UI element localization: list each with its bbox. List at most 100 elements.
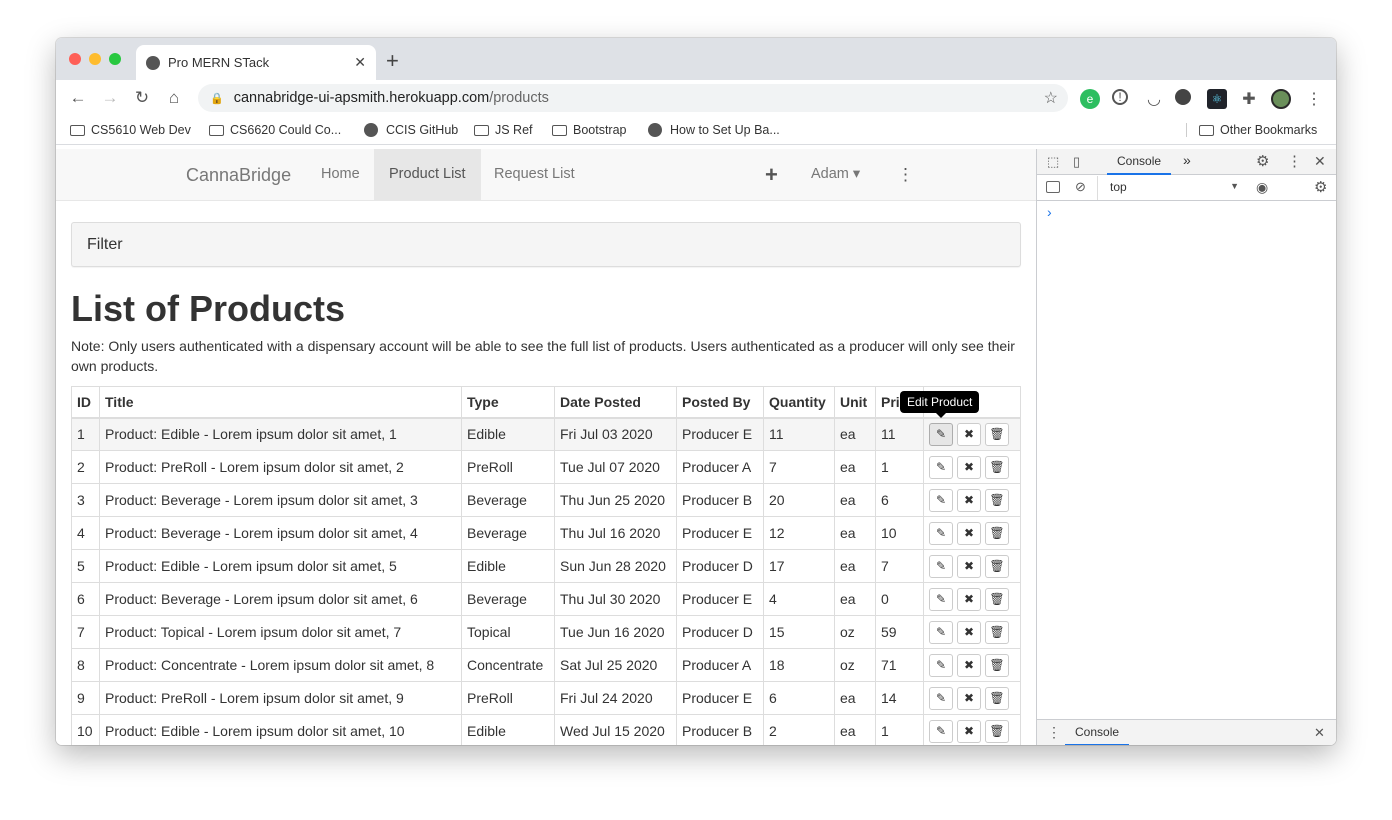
console-settings-icon[interactable]: ⚙ — [1314, 178, 1327, 196]
edit-icon[interactable]: ✎ — [929, 719, 953, 743]
new-tab-button[interactable]: + — [386, 50, 399, 72]
table-cell: Producer A — [676, 648, 764, 682]
edit-icon[interactable]: ✎ — [929, 620, 953, 644]
url-path: /products — [489, 90, 549, 106]
eye-icon[interactable]: ◉ — [1256, 179, 1268, 196]
table-row: 3 Product: Beverage - Lorem ipsum dolor s… — [71, 483, 1021, 517]
drawer-menu-icon[interactable]: ⋮ — [1047, 724, 1061, 741]
trash-icon[interactable]: 🗑 — [985, 587, 1009, 611]
products-table: ID Title Type Date Posted Posted By Quan… — [71, 386, 1021, 745]
react-devtools-icon[interactable]: ⚛ — [1207, 89, 1227, 109]
edit-icon[interactable]: ✎ — [929, 587, 953, 611]
close-icon[interactable]: ✖ — [957, 554, 981, 578]
edit-icon[interactable]: ✎ — [929, 554, 953, 578]
extension-bubbles-icon[interactable] — [1175, 89, 1191, 105]
bookmark-star-icon[interactable]: ☆ — [1044, 88, 1058, 108]
clear-console-icon[interactable]: ⊘ — [1075, 179, 1086, 195]
drawer-tab-console[interactable]: Console — [1065, 720, 1130, 745]
more-tabs-icon[interactable]: » — [1183, 152, 1191, 168]
trash-icon[interactable]: 🗑 — [985, 455, 1009, 479]
close-icon[interactable]: ✖ — [957, 587, 981, 611]
close-window-button[interactable] — [69, 53, 81, 65]
lock-icon: 🔒 — [210, 92, 224, 105]
close-icon[interactable]: ✖ — [957, 653, 981, 677]
table-cell: Producer B — [676, 714, 764, 745]
close-icon[interactable]: ✖ — [957, 422, 981, 446]
edit-icon[interactable]: ✎ — [929, 422, 953, 446]
tab-close-icon[interactable]: ✕ — [354, 54, 366, 71]
table-cell: 12 — [763, 516, 835, 550]
inspect-element-icon[interactable]: ⬚ — [1047, 154, 1059, 170]
onepassword-icon[interactable]: ! — [1112, 89, 1128, 105]
back-icon[interactable]: ← — [62, 88, 94, 108]
row-actions: ✎ ✖ 🗑 — [923, 681, 1021, 715]
home-icon[interactable]: ⌂ — [158, 88, 190, 108]
console-prompt[interactable]: › — [1047, 204, 1052, 220]
other-bookmarks[interactable]: Other Bookmarks — [1186, 123, 1317, 137]
bookmark-js-ref[interactable]: JS Ref — [474, 123, 533, 137]
close-drawer-icon[interactable]: ✕ — [1314, 725, 1325, 741]
table-cell: Tue Jul 07 2020 — [554, 450, 677, 484]
trash-icon[interactable]: 🗑 — [985, 686, 1009, 710]
address-bar[interactable]: 🔒 cannabridge-ui-apsmith.herokuapp.com/p… — [198, 84, 1068, 112]
bookmark-how-to-set-up[interactable]: How to Set Up Ba... — [648, 123, 780, 137]
table-cell: ea — [834, 681, 876, 715]
globe-icon — [648, 123, 662, 137]
edit-icon[interactable]: ✎ — [929, 653, 953, 677]
devtools-menu-icon[interactable]: ⋮ — [1287, 152, 1302, 170]
close-icon[interactable]: ✖ — [957, 719, 981, 743]
nav-home[interactable]: Home — [306, 149, 375, 200]
edit-icon[interactable]: ✎ — [929, 488, 953, 512]
brand[interactable]: CannaBridge — [186, 165, 291, 186]
reload-icon[interactable]: ↻ — [126, 88, 158, 108]
close-icon[interactable]: ✖ — [957, 521, 981, 545]
more-menu-icon[interactable]: ⋮ — [882, 149, 929, 200]
minimize-window-button[interactable] — [89, 53, 101, 65]
device-toolbar-icon[interactable]: ▯ — [1073, 154, 1080, 170]
trash-icon[interactable]: 🗑 — [985, 488, 1009, 512]
close-icon[interactable]: ✖ — [957, 620, 981, 644]
tab-title: Pro MERN STack — [168, 55, 270, 70]
trash-icon[interactable]: 🗑 — [985, 422, 1009, 446]
table-cell: Producer E — [676, 516, 764, 550]
user-menu[interactable]: Adam ▾ — [796, 149, 875, 200]
bookmark-bootstrap[interactable]: Bootstrap — [552, 123, 627, 137]
nav-request-list[interactable]: Request List — [479, 149, 590, 200]
tab-console[interactable]: Console — [1107, 149, 1172, 175]
filter-panel[interactable]: Filter — [71, 222, 1021, 267]
settings-icon[interactable]: ⚙ — [1256, 152, 1269, 170]
avatar[interactable] — [1271, 89, 1291, 109]
puzzle-icon[interactable]: ✚ — [1239, 89, 1259, 109]
trash-icon[interactable]: 🗑 — [985, 653, 1009, 677]
edit-icon[interactable]: ✎ — [929, 455, 953, 479]
trash-icon[interactable]: 🗑 — [985, 521, 1009, 545]
pocket-icon[interactable]: ◡ — [1144, 89, 1164, 109]
console-drawer: ⋮ Console ✕ — [1037, 719, 1336, 745]
bookmark-cs6620[interactable]: CS6620 Could Co... — [209, 123, 341, 137]
close-devtools-icon[interactable]: ✕ — [1314, 153, 1326, 170]
edit-icon[interactable]: ✎ — [929, 686, 953, 710]
context-selector[interactable]: top ▼ — [1097, 176, 1247, 200]
bookmark-cs5610[interactable]: CS5610 Web Dev — [70, 123, 191, 137]
sidebar-toggle-icon[interactable] — [1046, 181, 1060, 193]
trash-icon[interactable]: 🗑 — [985, 554, 1009, 578]
maximize-window-button[interactable] — [109, 53, 121, 65]
trash-icon[interactable]: 🗑 — [985, 719, 1009, 743]
table-cell: 11 — [875, 417, 924, 451]
forward-icon[interactable]: → — [94, 88, 126, 108]
browser-tab[interactable]: Pro MERN STack ✕ — [136, 45, 376, 80]
close-icon[interactable]: ✖ — [957, 488, 981, 512]
chrome-menu-icon[interactable]: ⋮ — [1304, 89, 1324, 109]
bookmark-ccis-github[interactable]: CCIS GitHub — [364, 123, 458, 137]
trash-icon[interactable]: 🗑 — [985, 620, 1009, 644]
close-icon[interactable]: ✖ — [957, 686, 981, 710]
nav-product-list[interactable]: Product List — [374, 149, 481, 200]
edit-icon[interactable]: ✎ — [929, 521, 953, 545]
add-product-button[interactable]: + — [750, 149, 793, 200]
evernote-icon[interactable]: e — [1080, 89, 1100, 109]
close-icon[interactable]: ✖ — [957, 455, 981, 479]
table-cell: Product: Beverage - Lorem ipsum dolor si… — [99, 582, 462, 616]
table-cell: 8 — [71, 648, 100, 682]
table-cell: Producer A — [676, 450, 764, 484]
table-cell: oz — [834, 648, 876, 682]
